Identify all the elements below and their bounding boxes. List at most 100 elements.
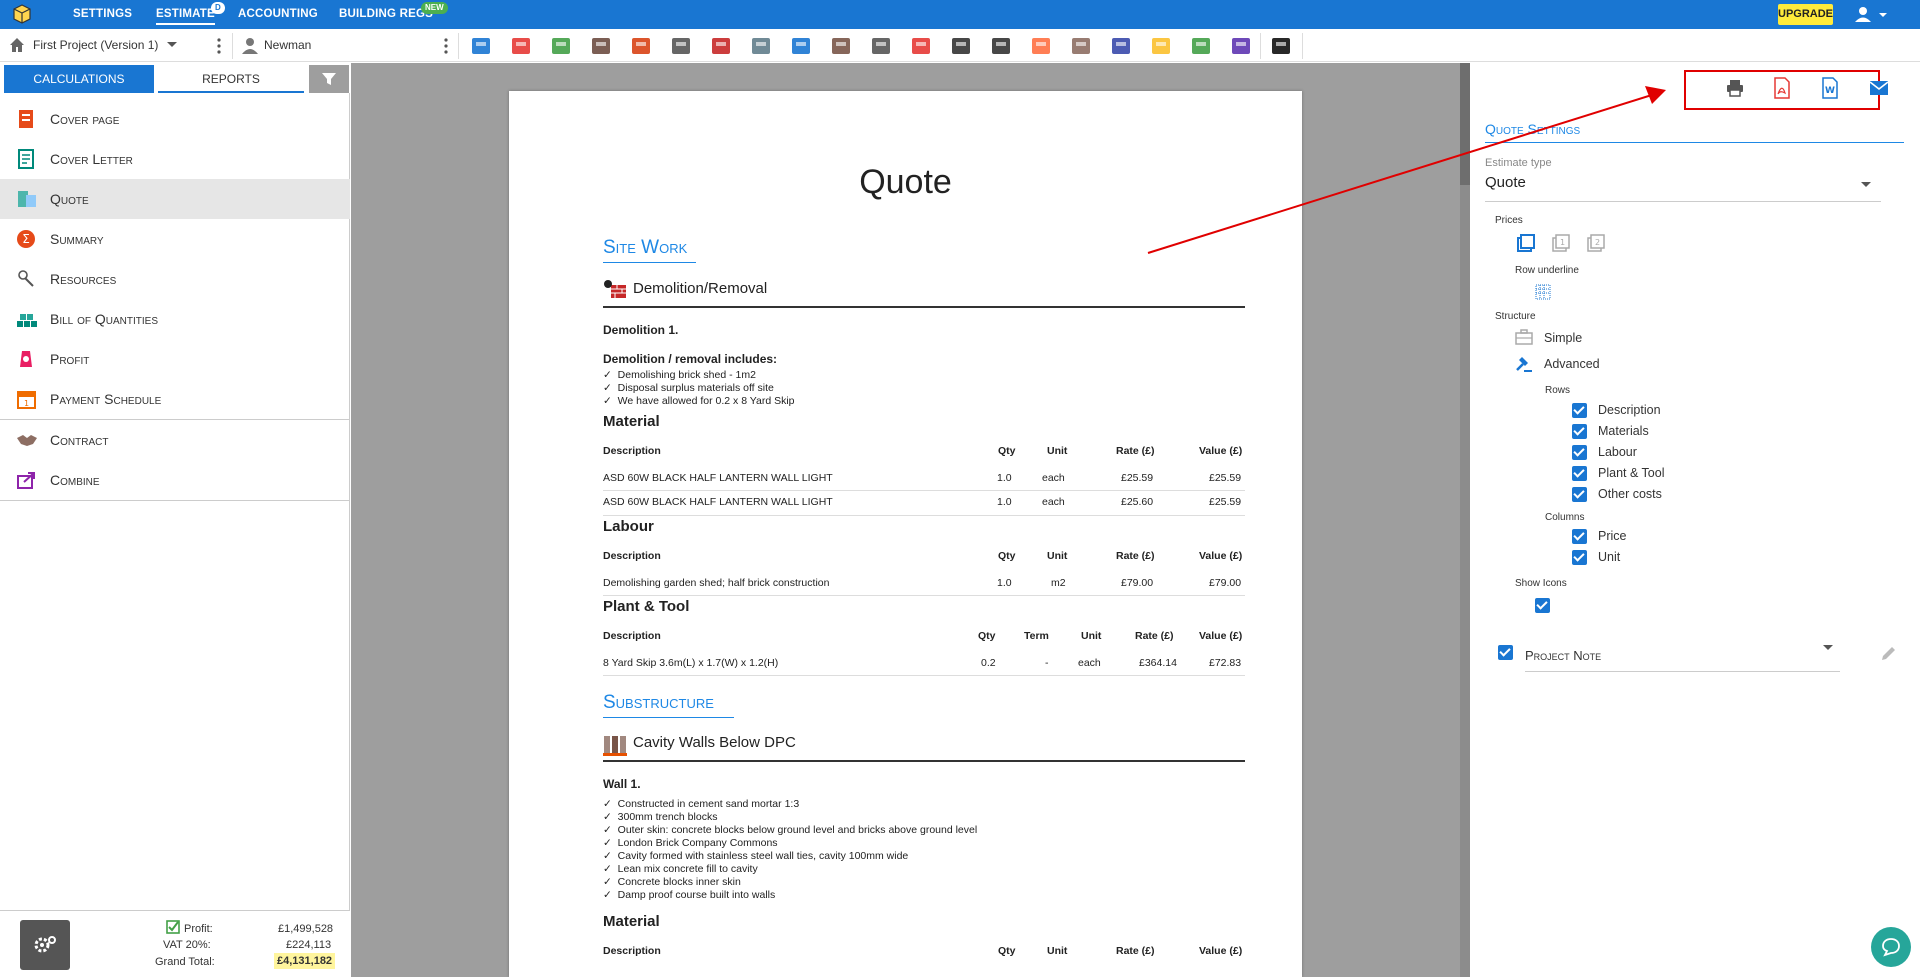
menu-contract[interactable]: Contract <box>0 420 350 460</box>
heating-icon[interactable] <box>1028 33 1054 59</box>
more-vert-icon[interactable] <box>443 37 449 55</box>
windows-icon[interactable] <box>788 33 814 59</box>
roofing-icon[interactable] <box>508 33 534 59</box>
checkbox-show-icons[interactable] <box>1535 598 1550 613</box>
framing-icon[interactable] <box>828 33 854 59</box>
table-cell: £72.83 <box>1209 657 1242 669</box>
nav-settings[interactable]: SETTINGS <box>73 0 132 29</box>
project-note-select[interactable]: Project Note <box>1525 645 1840 672</box>
checkbox-price[interactable] <box>1572 529 1587 544</box>
project-selector[interactable]: First Project (Version 1) <box>33 29 158 62</box>
col-rate: Rate (£) <box>1116 550 1155 562</box>
col-unit-label: Unit <box>1598 550 1621 564</box>
checkbox-project-note[interactable] <box>1498 645 1513 660</box>
cover-letter-icon <box>18 149 34 169</box>
grand-total-label: Grand Total: <box>155 956 215 968</box>
settings-button[interactable] <box>20 920 70 970</box>
col-rate: Rate (£) <box>1116 445 1155 457</box>
plastering-icon[interactable] <box>748 33 774 59</box>
structure-advanced[interactable]: Advanced <box>1544 357 1600 371</box>
finance-icon[interactable] <box>1228 33 1254 59</box>
list-item: ✓ Constructed in cement sand mortar 1:3 <box>603 798 800 810</box>
tiling-icon[interactable] <box>1068 33 1094 59</box>
menu-bill-of-quantities[interactable]: Bill of Quantities <box>0 299 350 339</box>
menu-cover-letter[interactable]: Cover Letter <box>0 139 350 179</box>
row-description-label: Description <box>1598 403 1661 417</box>
quote-settings-panel: W Quote Settings Estimate type Quote Pri… <box>1471 63 1920 977</box>
edit-pencil-icon[interactable] <box>1879 645 1897 663</box>
flooring-icon[interactable] <box>1108 33 1134 59</box>
preview-scrollbar[interactable] <box>1460 63 1470 977</box>
menu-resources[interactable]: Resources <box>0 259 350 299</box>
client-selector[interactable]: Newman <box>264 29 311 62</box>
nav-building-regs[interactable]: BUILDING REGS <box>339 0 433 29</box>
checkbox-labour[interactable] <box>1572 445 1587 460</box>
print-icon[interactable] <box>1725 78 1745 98</box>
structure-simple[interactable]: Simple <box>1544 331 1582 345</box>
checkbox-materials[interactable] <box>1572 424 1587 439</box>
table-cell: m2 <box>1051 577 1066 589</box>
pdf-icon[interactable] <box>1773 77 1791 99</box>
list-item: ✓ Cavity formed with stainless steel wal… <box>603 850 909 862</box>
brickwork-icon[interactable] <box>628 33 654 59</box>
wall-list: ✓ Constructed in cement sand mortar 1:3 … <box>603 798 977 902</box>
estimate-type-select[interactable]: Quote <box>1485 174 1881 202</box>
filter-button[interactable] <box>309 65 349 93</box>
checkbox-other-costs[interactable] <box>1572 487 1587 502</box>
roof-icon[interactable] <box>908 33 934 59</box>
menu-profit[interactable]: Profit <box>0 339 350 379</box>
scrollbar-thumb[interactable] <box>1460 63 1470 185</box>
demolition-icon[interactable] <box>708 33 734 59</box>
upgrade-button[interactable]: UPGRADE <box>1778 4 1833 25</box>
checkbox-plant-tool[interactable] <box>1572 466 1587 481</box>
menu-cover-page[interactable]: Cover page <box>0 99 350 139</box>
menu-quote[interactable]: Quote <box>0 179 350 219</box>
lighting-icon[interactable] <box>948 33 974 59</box>
row-underline-label: Row underline <box>1515 265 1579 276</box>
demolition-includes: Demolition / removal includes: <box>603 352 778 366</box>
app-logo-icon[interactable] <box>10 3 34 25</box>
landscaping-icon[interactable] <box>1188 33 1214 59</box>
scaffolding-icon[interactable] <box>1148 33 1174 59</box>
row-underline-icon[interactable] <box>1535 284 1551 300</box>
person-icon[interactable] <box>1268 33 1294 59</box>
prices-full-icon[interactable] <box>1516 233 1536 253</box>
doc-title: Quote <box>859 163 952 201</box>
briefcase-icon[interactable] <box>1515 329 1533 345</box>
home-icon <box>10 38 24 52</box>
more-vert-icon[interactable] <box>216 37 222 55</box>
prices-option-2-icon[interactable]: 2 <box>1586 233 1606 253</box>
roof-tiles-icon[interactable] <box>668 33 694 59</box>
col-qty: Qty <box>978 630 996 642</box>
plumbing-icon[interactable] <box>988 33 1014 59</box>
list-item: ✓ Outer skin: concrete blocks below grou… <box>603 824 978 836</box>
tab-calculations[interactable]: CALCULATIONS <box>4 65 154 93</box>
menu-combine[interactable]: Combine <box>0 460 350 500</box>
windows-doors-icon[interactable] <box>468 33 494 59</box>
col-rate: Rate (£) <box>1116 945 1155 957</box>
user-menu-icon[interactable] <box>1849 4 1889 25</box>
list-item: ✓ Damp proof course built into walls <box>603 889 776 901</box>
col-unit: Unit <box>1047 550 1068 562</box>
menu-payment-schedule[interactable]: 1 Payment Schedule <box>0 379 350 419</box>
chevron-down-icon[interactable] <box>166 41 178 49</box>
handshake-icon <box>17 435 37 446</box>
checkbox-unit[interactable] <box>1572 550 1587 565</box>
tab-reports[interactable]: REPORTS <box>158 65 304 93</box>
prices-option-1-icon[interactable]: 1 <box>1551 233 1571 253</box>
nav-estimate[interactable]: ESTIMATE <box>156 0 215 25</box>
email-icon[interactable] <box>1869 80 1889 96</box>
table-cell: each <box>1042 496 1065 508</box>
table-cell: Demolishing garden shed; half brick cons… <box>603 577 830 589</box>
tools-icon[interactable] <box>868 33 894 59</box>
menu-summary[interactable]: Σ Summary <box>0 219 350 259</box>
insulation-icon[interactable] <box>548 33 574 59</box>
stairs-icon[interactable] <box>588 33 614 59</box>
chat-button[interactable] <box>1871 927 1911 967</box>
gavel-icon[interactable] <box>1515 355 1533 373</box>
totals-footer: Profit: £1,499,528 VAT 20%: £224,113 Gra… <box>0 910 350 977</box>
nav-accounting[interactable]: ACCOUNTING <box>238 0 318 29</box>
table-cell: £25.59 <box>1209 496 1242 508</box>
word-doc-icon[interactable]: W <box>1821 77 1839 99</box>
checkbox-description[interactable] <box>1572 403 1587 418</box>
